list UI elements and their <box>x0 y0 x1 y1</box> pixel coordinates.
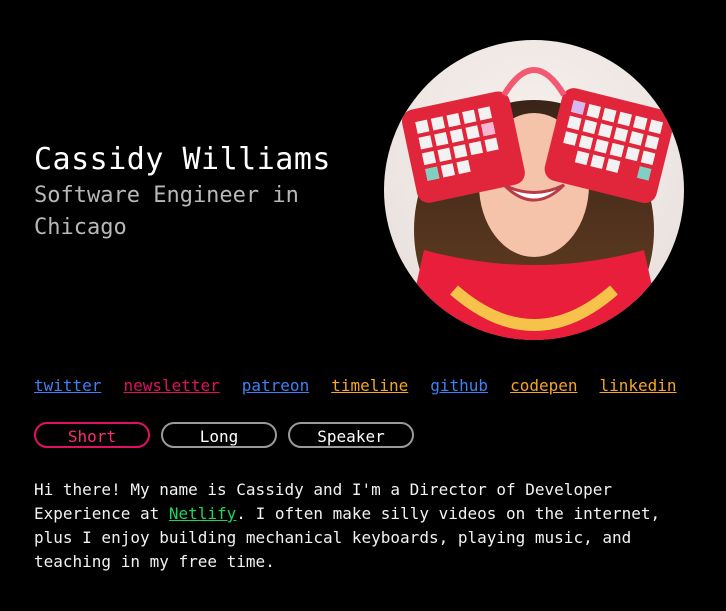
bio-length-tabs: Short Long Speaker <box>34 422 414 448</box>
social-links: twitter newsletter patreon timeline gith… <box>34 376 677 395</box>
linkedin-link[interactable]: linkedin <box>600 376 677 395</box>
github-link[interactable]: github <box>430 376 488 395</box>
profile-avatar <box>384 40 684 340</box>
profile-name: Cassidy Williams <box>34 142 331 177</box>
netlify-link[interactable]: Netlify <box>169 504 236 523</box>
codepen-link[interactable]: codepen <box>510 376 577 395</box>
timeline-link[interactable]: timeline <box>331 376 408 395</box>
tab-long[interactable]: Long <box>161 422 277 448</box>
bio-text: Hi there! My name is Cassidy and I'm a D… <box>34 478 674 574</box>
patreon-link[interactable]: patreon <box>242 376 309 395</box>
newsletter-link[interactable]: newsletter <box>123 376 219 395</box>
profile-header: Cassidy Williams Software Engineer in Ch… <box>34 142 354 244</box>
profile-subtitle: Software Engineer in Chicago <box>34 180 354 244</box>
tab-short[interactable]: Short <box>34 422 150 448</box>
tab-speaker[interactable]: Speaker <box>288 422 414 448</box>
twitter-link[interactable]: twitter <box>34 376 101 395</box>
subtitle-line-1: Software Engineer in <box>34 183 299 208</box>
subtitle-line-2: Chicago <box>34 215 127 240</box>
